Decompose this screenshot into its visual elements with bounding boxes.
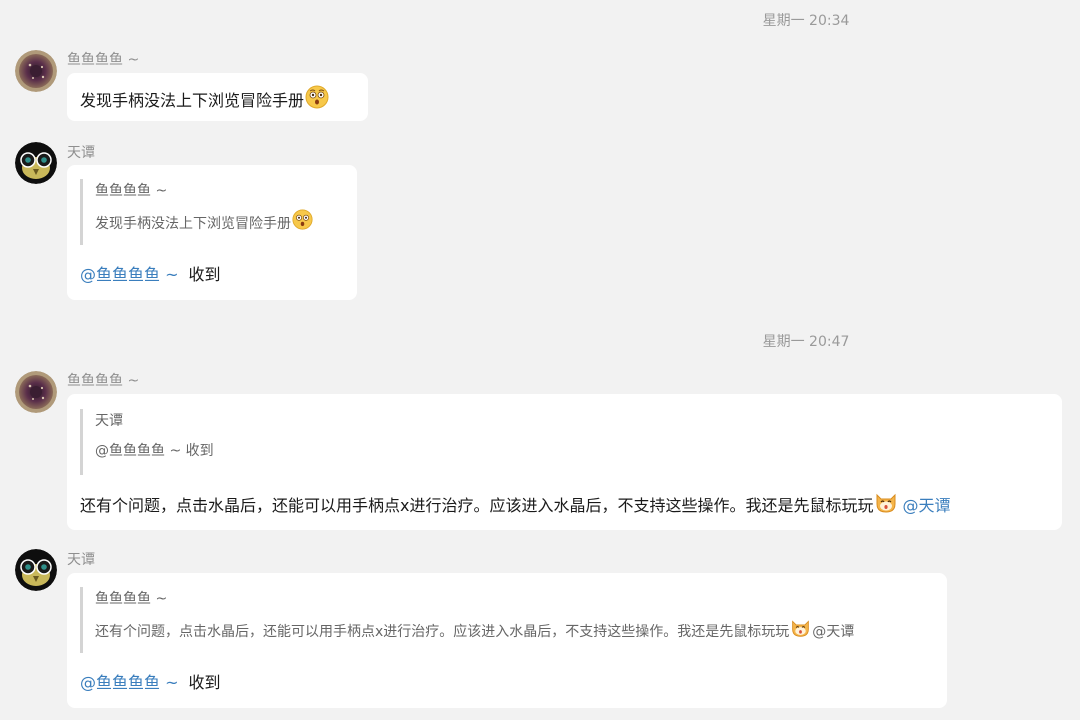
message-bubble[interactable]: 鱼鱼鱼鱼 ~ 还有个问题，点击水晶后，还能可以用手柄点x进行治疗。应该进入水晶后… bbox=[67, 573, 947, 708]
quoted-message[interactable]: 鱼鱼鱼鱼 ~ 还有个问题，点击水晶后，还能可以用手柄点x进行治疗。应该进入水晶后… bbox=[80, 587, 854, 653]
cat-face-emoji bbox=[874, 490, 898, 518]
quoted-message[interactable]: 天谭 @鱼鱼鱼鱼 ~ 收到 bbox=[80, 409, 214, 475]
avatar-yuyu[interactable] bbox=[15, 50, 57, 92]
avatar-tiantan[interactable] bbox=[15, 549, 57, 591]
mention-link[interactable]: @天谭 bbox=[902, 492, 950, 516]
quoted-message[interactable]: 鱼鱼鱼鱼 ~ 发现手柄没法上下浏览冒险手册 bbox=[80, 179, 314, 245]
quote-text-row: 发现手柄没法上下浏览冒险手册 bbox=[95, 209, 314, 238]
timestamp: 星期一 20:34 bbox=[762, 13, 850, 29]
reply-text: 收到 bbox=[188, 673, 221, 692]
quote-text: 还有个问题，点击水晶后，还能可以用手柄点x进行治疗。应该进入水晶后，不支持这些操… bbox=[95, 623, 790, 640]
avatar-tiantan[interactable] bbox=[15, 142, 57, 184]
reply-text: 收到 bbox=[188, 265, 221, 284]
sender-name: 鱼鱼鱼鱼 ~ bbox=[67, 52, 140, 68]
quote-mention: @天谭 bbox=[812, 623, 855, 640]
message-bubble[interactable]: 发现手柄没法上下浏览冒险手册 bbox=[67, 73, 368, 121]
surprised-face-emoji bbox=[305, 85, 329, 113]
quote-text: 发现手柄没法上下浏览冒险手册 bbox=[95, 215, 291, 232]
reply-row: @鱼鱼鱼鱼 ~ 收到 bbox=[80, 669, 221, 693]
message-text: 发现手柄没法上下浏览冒险手册 bbox=[80, 91, 305, 110]
avatar-yuyu[interactable] bbox=[15, 371, 57, 413]
mention-link[interactable]: @鱼鱼鱼鱼 ~ bbox=[80, 669, 179, 693]
timestamp: 星期一 20:47 bbox=[762, 334, 850, 350]
sender-name: 天谭 bbox=[67, 552, 95, 568]
quote-text-row: 还有个问题，点击水晶后，还能可以用手柄点x进行治疗。应该进入水晶后，不支持这些操… bbox=[95, 617, 854, 646]
message-text: 还有个问题，点击水晶后，还能可以用手柄点x进行治疗。应该进入水晶后，不支持这些操… bbox=[80, 496, 874, 515]
reply-row: @鱼鱼鱼鱼 ~ 收到 bbox=[80, 261, 221, 285]
sender-name: 鱼鱼鱼鱼 ~ bbox=[67, 373, 140, 389]
message-bubble[interactable]: 鱼鱼鱼鱼 ~ 发现手柄没法上下浏览冒险手册 @鱼鱼鱼鱼 ~ 收到 bbox=[67, 165, 357, 300]
cat-face-emoji bbox=[790, 617, 811, 646]
surprised-face-emoji bbox=[292, 209, 313, 238]
message-text-row: 还有个问题，点击水晶后，还能可以用手柄点x进行治疗。应该进入水晶后，不支持这些操… bbox=[80, 490, 951, 518]
quote-sender: 鱼鱼鱼鱼 ~ bbox=[95, 183, 168, 199]
quote-sender: 天谭 bbox=[95, 413, 123, 429]
chat-view: 星期一 20:34 鱼鱼鱼鱼 ~ 发现手柄没法上下浏览冒险手册 天谭 鱼鱼鱼鱼 … bbox=[0, 0, 1080, 720]
message-bubble[interactable]: 天谭 @鱼鱼鱼鱼 ~ 收到 还有个问题，点击水晶后，还能可以用手柄点x进行治疗。… bbox=[67, 394, 1062, 530]
mention-link[interactable]: @鱼鱼鱼鱼 ~ bbox=[80, 261, 179, 285]
message-text-row: 发现手柄没法上下浏览冒险手册 bbox=[80, 85, 330, 113]
sender-name: 天谭 bbox=[67, 145, 95, 161]
quote-text: @鱼鱼鱼鱼 ~ 收到 bbox=[95, 443, 214, 459]
quote-sender: 鱼鱼鱼鱼 ~ bbox=[95, 591, 168, 607]
